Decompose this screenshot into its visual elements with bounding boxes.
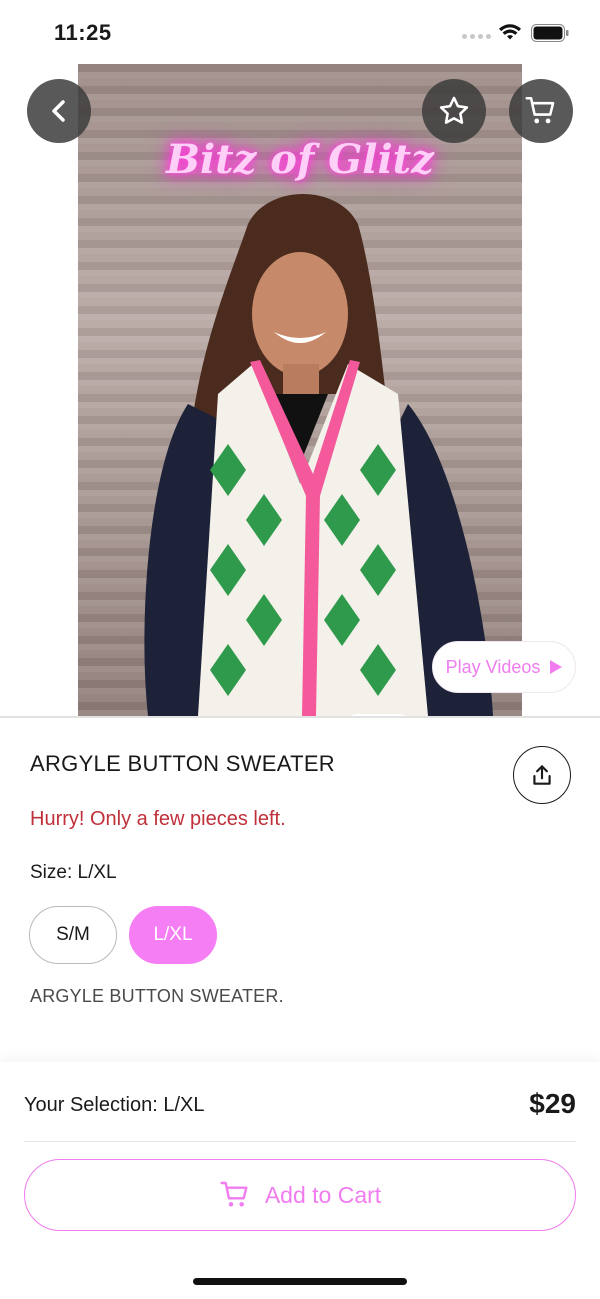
product-title: ARGYLE BUTTON SWEATER — [30, 751, 335, 776]
size-options: S/M L/XL — [29, 906, 217, 964]
wifi-icon — [499, 24, 521, 40]
status-time: 11:25 — [54, 20, 112, 45]
back-button[interactable] — [27, 79, 91, 143]
signal-dots-icon — [462, 34, 491, 39]
cart-icon — [220, 1181, 248, 1207]
play-videos-button[interactable]: Play Videos — [432, 641, 576, 693]
status-bar: 11:25 — [0, 0, 600, 64]
size-option-l-xl[interactable]: L/XL — [129, 906, 217, 964]
purchase-panel: Your Selection: L/XL $29 Add to Cart — [0, 1062, 600, 1299]
model-illustration — [144, 194, 493, 716]
price: $29 — [529, 1088, 576, 1119]
panel-divider — [24, 1141, 576, 1142]
share-icon — [533, 765, 551, 785]
add-to-cart-button[interactable]: Add to Cart — [24, 1159, 576, 1231]
chevron-left-icon — [52, 100, 65, 122]
cart-icon — [525, 96, 555, 124]
product-image[interactable]: Bitz of Glitz — [78, 64, 522, 716]
selection-summary: Your Selection: L/XL — [24, 1094, 205, 1116]
share-button[interactable] — [513, 746, 571, 804]
play-icon — [550, 660, 563, 674]
star-icon — [439, 96, 469, 124]
home-indicator[interactable] — [193, 1278, 407, 1285]
size-label: Size: L/XL — [30, 862, 117, 883]
size-option-s-m[interactable]: S/M — [29, 906, 117, 964]
add-to-cart-label: Add to Cart — [264, 1181, 382, 1208]
play-videos-label: Play Videos — [445, 656, 541, 677]
cart-button[interactable] — [509, 79, 573, 143]
stock-warning: Hurry! Only a few pieces left. — [30, 808, 286, 830]
battery-icon — [531, 24, 569, 42]
product-description: ARGYLE BUTTON SWEATER. — [30, 986, 284, 1006]
favorite-button[interactable] — [422, 79, 486, 143]
section-divider — [0, 716, 600, 718]
